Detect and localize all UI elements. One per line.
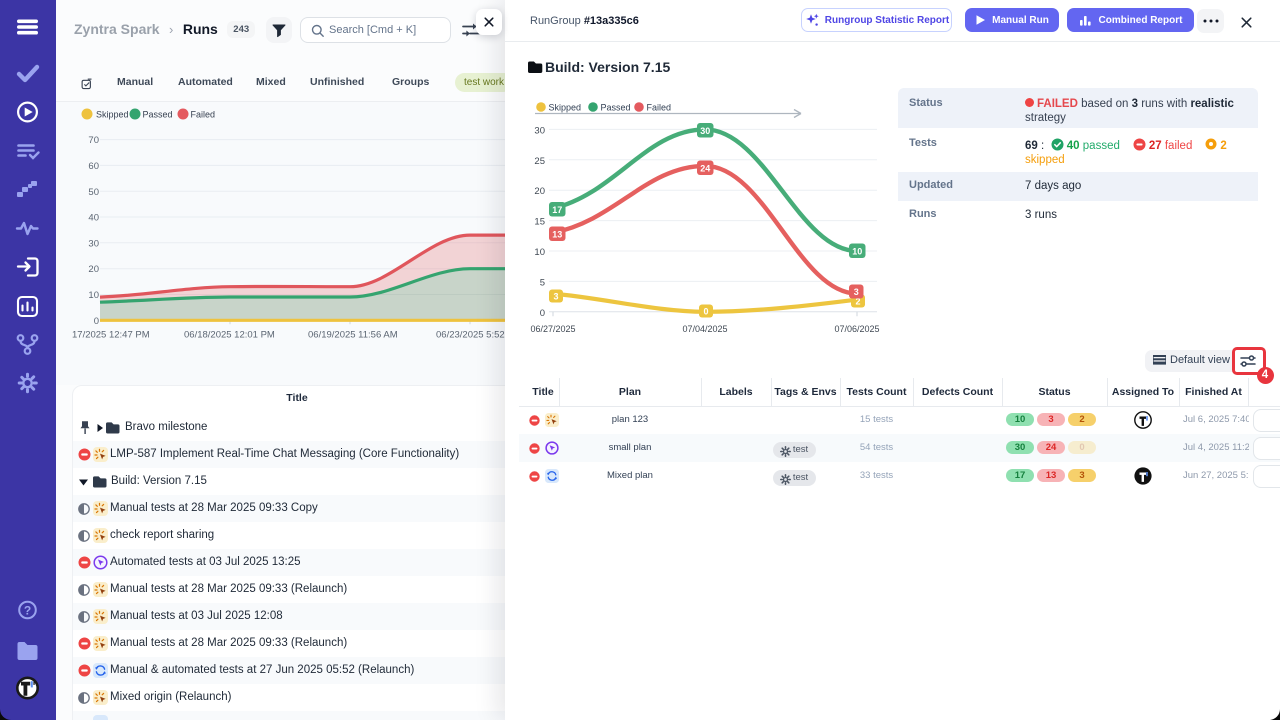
svg-text:Failed: Failed: [647, 103, 672, 113]
svg-text:15: 15: [534, 217, 545, 228]
svg-text:0: 0: [540, 308, 545, 319]
svg-text:17: 17: [552, 205, 562, 215]
svg-text:Failed: Failed: [191, 110, 216, 120]
svg-text:Skipped: Skipped: [96, 110, 129, 120]
svg-text:13: 13: [552, 229, 562, 239]
svg-text:10: 10: [88, 290, 99, 301]
svg-text:20: 20: [88, 264, 99, 275]
svg-text:0: 0: [703, 307, 708, 317]
svg-text:?: ?: [24, 604, 31, 618]
svg-text:06/27/2025: 06/27/2025: [530, 324, 575, 334]
svg-text:30: 30: [88, 238, 99, 249]
svg-text:70: 70: [88, 135, 99, 146]
svg-text:Passed: Passed: [143, 110, 173, 120]
svg-text:10: 10: [852, 246, 862, 256]
svg-text:20: 20: [534, 186, 545, 197]
svg-text:50: 50: [88, 187, 99, 198]
svg-text:3: 3: [553, 292, 558, 302]
svg-text:30: 30: [534, 125, 545, 136]
svg-text:5: 5: [540, 277, 545, 288]
svg-text:0: 0: [94, 316, 99, 327]
svg-text:60: 60: [88, 161, 99, 172]
svg-text:17/2025 12:47 PM: 17/2025 12:47 PM: [72, 330, 150, 341]
svg-text:07/04/2025: 07/04/2025: [682, 324, 727, 334]
svg-text:24: 24: [700, 163, 710, 173]
svg-text:Skipped: Skipped: [549, 103, 582, 113]
svg-text:Passed: Passed: [601, 103, 631, 113]
svg-text:25: 25: [534, 156, 545, 167]
svg-text:06/18/2025 12:01 PM: 06/18/2025 12:01 PM: [184, 330, 275, 341]
svg-text:06/23/2025 5:52 P: 06/23/2025 5:52 P: [436, 330, 505, 341]
svg-text:3: 3: [854, 287, 859, 297]
svg-text:40: 40: [88, 213, 99, 224]
svg-text:06/19/2025 11:56 AM: 06/19/2025 11:56 AM: [308, 330, 398, 341]
svg-text:10: 10: [534, 247, 545, 258]
svg-text:30: 30: [700, 126, 710, 136]
svg-text:07/06/2025: 07/06/2025: [834, 324, 879, 334]
